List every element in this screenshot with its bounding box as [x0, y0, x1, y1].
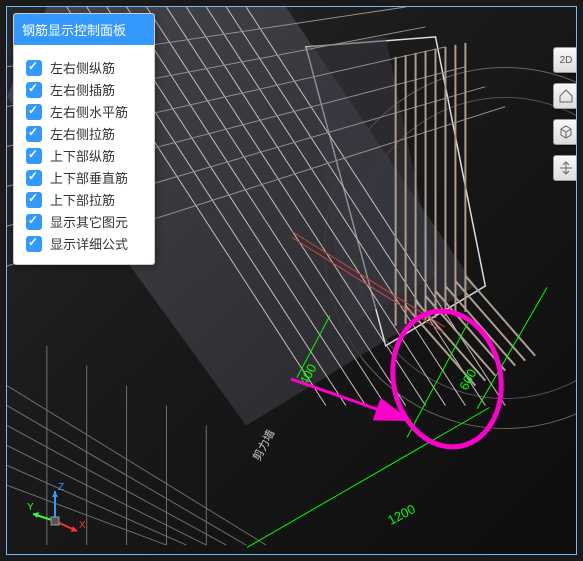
checkbox[interactable]: [26, 214, 42, 230]
axis-z-label: Z: [58, 482, 64, 493]
panel-body: 左右侧纵筋 左右侧插筋 左右侧水平筋 左右侧拉筋 上下部纵筋 上下部垂直筋 上下…: [14, 45, 154, 264]
viewport-3d[interactable]: 400 600 1200 剪力墙 钢筋显示控制面板 左右侧纵筋 左右侧插筋 左右…: [6, 6, 577, 555]
checkbox-label: 左右侧纵筋: [50, 58, 115, 77]
check-row[interactable]: 左右侧插筋: [22, 80, 146, 99]
checkbox[interactable]: [26, 236, 42, 252]
check-row[interactable]: 左右侧水平筋: [22, 102, 146, 121]
btn-label: 2D: [560, 55, 573, 66]
check-row[interactable]: 左右侧纵筋: [22, 58, 146, 77]
checkbox[interactable]: [26, 104, 42, 120]
checkbox[interactable]: [26, 82, 42, 98]
view-home-button[interactable]: [553, 83, 577, 109]
check-row[interactable]: 显示其它图元: [22, 212, 146, 231]
checkbox[interactable]: [26, 126, 42, 142]
axis-x-label: X: [79, 520, 85, 531]
view-cube-button[interactable]: [553, 119, 577, 145]
panel-title: 钢筋显示控制面板: [14, 14, 154, 45]
checkbox-label: 左右侧水平筋: [50, 102, 128, 121]
checkbox-label: 上下部垂直筋: [50, 168, 128, 187]
rebar-display-panel: 钢筋显示控制面板 左右侧纵筋 左右侧插筋 左右侧水平筋 左右侧拉筋 上下部纵筋 …: [13, 13, 155, 265]
checkbox-label: 左右侧插筋: [50, 80, 115, 99]
cube-icon: [558, 124, 574, 140]
checkbox[interactable]: [26, 192, 42, 208]
checkbox[interactable]: [26, 60, 42, 76]
view-toolbar: 2D: [556, 47, 576, 181]
checkbox-label: 上下部拉筋: [50, 190, 115, 209]
checkbox-label: 显示其它图元: [50, 212, 128, 231]
check-row[interactable]: 上下部纵筋: [22, 146, 146, 165]
axis-gizmo[interactable]: X Y Z: [25, 476, 85, 536]
axis-y-label: Y: [27, 502, 34, 513]
checkbox-label: 左右侧拉筋: [50, 124, 115, 143]
view-2d-button[interactable]: 2D: [553, 47, 577, 73]
checkbox[interactable]: [26, 170, 42, 186]
check-row[interactable]: 显示详细公式: [22, 234, 146, 253]
view-pan-button[interactable]: [553, 155, 577, 181]
checkbox-label: 显示详细公式: [50, 234, 128, 253]
checkbox[interactable]: [26, 148, 42, 164]
home-icon: [558, 88, 574, 104]
pan-icon: [558, 160, 574, 176]
check-row[interactable]: 上下部垂直筋: [22, 168, 146, 187]
checkbox-label: 上下部纵筋: [50, 146, 115, 165]
check-row[interactable]: 左右侧拉筋: [22, 124, 146, 143]
check-row[interactable]: 上下部拉筋: [22, 190, 146, 209]
